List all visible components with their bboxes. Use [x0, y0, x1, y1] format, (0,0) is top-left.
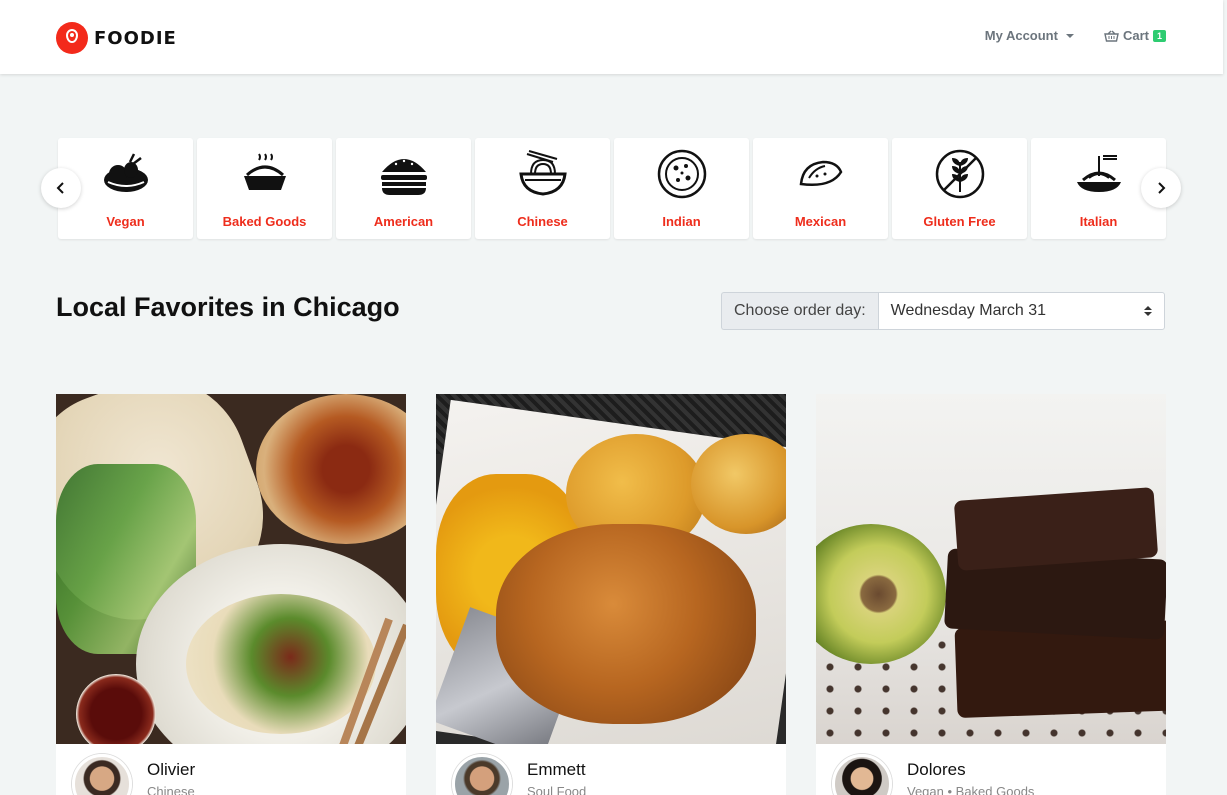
pasta-icon [1076, 155, 1121, 192]
order-day-value: Wednesday March 31 [890, 302, 1046, 319]
cart-count-badge: 1 [1152, 29, 1166, 42]
cook-cuisine: Soul Food [527, 784, 587, 795]
category-label: Italian [1079, 214, 1118, 229]
vegan-icon [103, 153, 148, 192]
category-label: Chinese [517, 214, 568, 229]
category-chinese[interactable]: Chinese [475, 138, 610, 239]
chevron-down-icon [1065, 33, 1074, 38]
basket-icon [1104, 30, 1119, 42]
pie-icon [243, 153, 286, 190]
nav-menu: My Account Cart 1 [985, 28, 1166, 43]
select-arrows-icon [1143, 306, 1152, 316]
food-photo [436, 394, 786, 744]
category-carousel: Vegan Baked Goods American Chinese India… [58, 138, 1166, 239]
cook-cuisine: Chinese [147, 784, 195, 795]
order-day-select[interactable]: Wednesday March 31 [877, 292, 1165, 330]
category-american[interactable]: American [336, 138, 471, 239]
cart-label: Cart [1122, 28, 1149, 43]
category-baked-goods[interactable]: Baked Goods [197, 138, 332, 239]
brand-logo[interactable]: FOODIE [56, 22, 177, 54]
chevron-left-icon [56, 182, 64, 194]
cart-link[interactable]: Cart 1 [1104, 28, 1166, 43]
burger-icon [380, 159, 427, 195]
my-account-dropdown[interactable]: My Account [985, 28, 1074, 43]
category-label: Vegan [106, 214, 145, 229]
page-title-bold: Local Favorites [56, 292, 255, 322]
food-photo [816, 394, 1166, 744]
location-pin-icon [56, 22, 88, 54]
page-title-location: in Chicago [254, 292, 400, 322]
cook-name: Dolores [907, 760, 966, 779]
cook-name: Emmett [527, 760, 586, 779]
avatar [72, 754, 132, 795]
order-day-picker: Choose order day: Wednesday March 31 [721, 292, 1165, 330]
noodle-bowl-icon [518, 150, 567, 196]
category-label: Gluten Free [923, 214, 996, 229]
category-label: Mexican [794, 214, 847, 229]
cook-cuisine: Vegan • Baked Goods [907, 784, 1035, 795]
food-photo [56, 394, 406, 744]
cook-card[interactable]: Olivier Chinese [56, 394, 406, 795]
cook-card-list: Olivier Chinese Emmett Soul Food Dolores… [56, 394, 1166, 795]
category-label: Indian [662, 214, 701, 229]
order-day-label: Choose order day: [721, 292, 878, 330]
chevron-right-icon [1158, 182, 1166, 194]
page-title: Local Favorites in Chicago [56, 292, 400, 323]
top-navbar: FOODIE My Account Cart 1 [0, 0, 1223, 74]
carousel-prev-button[interactable] [41, 168, 81, 208]
category-mexican[interactable]: Mexican [753, 138, 888, 239]
cook-name: Olivier [147, 760, 196, 779]
cook-card[interactable]: Emmett Soul Food [436, 394, 786, 795]
category-gluten-free[interactable]: Gluten Free [892, 138, 1027, 239]
cook-card[interactable]: Dolores Vegan • Baked Goods [816, 394, 1166, 795]
gluten-free-icon [935, 149, 984, 199]
carousel-next-button[interactable] [1141, 168, 1181, 208]
avatar [832, 754, 892, 795]
brand-name: FOODIE [94, 27, 177, 49]
avatar [452, 754, 512, 795]
curry-icon [657, 149, 706, 199]
taco-icon [799, 160, 842, 186]
category-label: Baked Goods [222, 214, 307, 229]
category-label: American [373, 214, 434, 229]
my-account-label: My Account [984, 28, 1058, 43]
category-indian[interactable]: Indian [614, 138, 749, 239]
